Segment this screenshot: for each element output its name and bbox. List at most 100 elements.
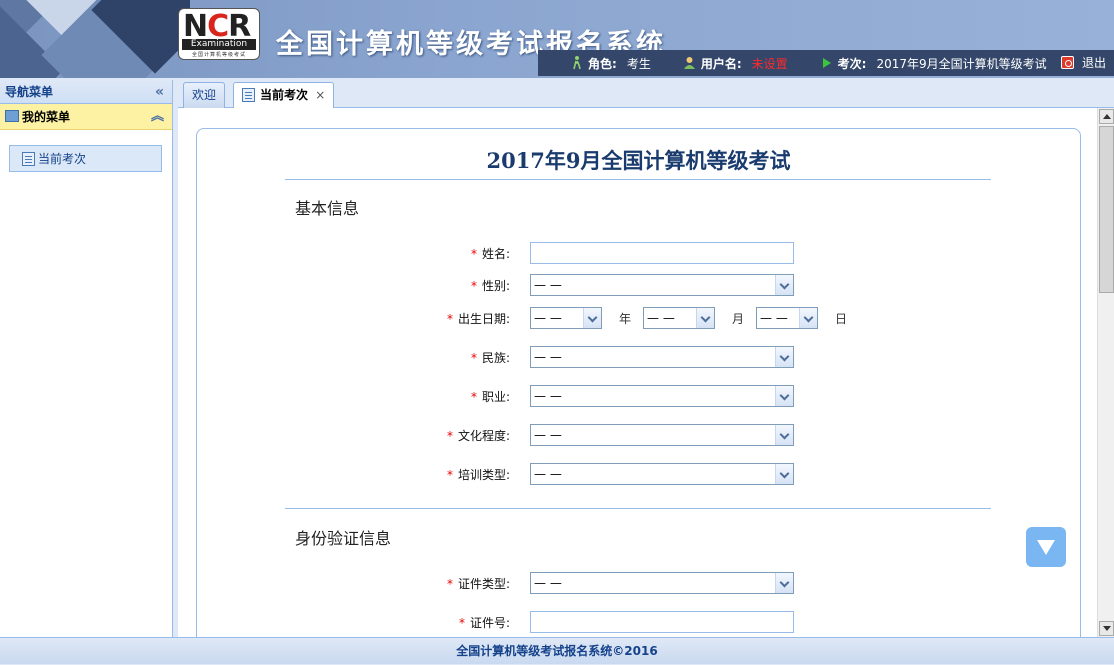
birth-month-select[interactable]: — — (643, 307, 715, 329)
chevron-down-icon (775, 425, 793, 445)
id-type-row: * 证件类型: — — (197, 572, 1080, 595)
collapse-icon[interactable]: « (155, 80, 164, 104)
birthdate-label: * 出生日期: (447, 310, 510, 327)
name-row: * 姓名: (197, 242, 1080, 265)
nav-title: 导航菜单 (5, 85, 54, 99)
ncr-logo: NCR Examination 全国计算机等级考试 (178, 8, 260, 60)
exam-info: 考次: 2017年9月全国计算机等级考试 (820, 55, 1047, 72)
tab-welcome[interactable]: 欢迎 (183, 82, 226, 108)
name-label-text: 姓名: (481, 247, 510, 261)
chevron-down-icon (775, 386, 793, 406)
document-icon (242, 88, 255, 102)
birthdate-row: * 出生日期: — — 年 — — 月 — — 日 (197, 307, 1080, 330)
scroll-up-arrow-icon[interactable] (1099, 109, 1114, 124)
exam-value: 2017年9月全国计算机等级考试 (876, 56, 1047, 71)
nav-panel: 导航菜单 « 我的菜单 ︽ 当前考次 (0, 80, 173, 637)
chevron-down-icon (775, 573, 793, 593)
occupation-select[interactable]: — — (530, 385, 794, 407)
ethnicity-row: * 民族: — — (197, 346, 1080, 369)
id-number-input[interactable] (530, 611, 794, 633)
birth-day-select[interactable]: — — (756, 307, 818, 329)
required-mark: * (446, 577, 453, 591)
education-row: * 文化程度: — — (197, 424, 1080, 447)
close-icon[interactable]: × (315, 88, 325, 102)
birth-month-value: — — (647, 311, 675, 325)
id-number-label: * 证件号: (459, 614, 510, 631)
logo-small-text: 全国计算机等级考试 (191, 52, 246, 58)
vertical-scrollbar[interactable] (1097, 108, 1114, 637)
education-label: * 文化程度: (447, 427, 510, 444)
user-info-bar: 角色: 考生 用户名: 未设置 考次: 2017年9月全国计算机等级考试 退出 (538, 50, 1114, 76)
username-info: 用户名: 未设置 (683, 55, 788, 72)
training-label: * 培训类型: (447, 466, 510, 483)
menu-group-header[interactable]: 我的菜单 ︽ (0, 104, 172, 130)
play-arrow-icon (822, 58, 831, 68)
required-mark: * (470, 390, 477, 404)
occupation-value: — — (534, 389, 562, 403)
main-content: 2017年9月全国计算机等级考试 基本信息 * 姓名: * 性别: — — * 出生日… (178, 108, 1097, 637)
birth-year-select[interactable]: — — (530, 307, 602, 329)
registration-form-card: 2017年9月全国计算机等级考试 基本信息 * 姓名: * 性别: — — * 出生日… (196, 128, 1081, 637)
required-mark: * (446, 429, 453, 443)
ethnicity-select[interactable]: — — (530, 346, 794, 368)
scroll-down-arrow-icon[interactable] (1099, 621, 1114, 636)
nav-header: 导航菜单 « (0, 80, 172, 104)
day-unit: 日 (835, 312, 848, 326)
logout-label: 退出 (1081, 56, 1106, 70)
section-divider (285, 508, 991, 509)
chevron-down-icon (583, 308, 601, 328)
required-mark: * (470, 351, 477, 365)
required-mark: * (458, 616, 465, 630)
gender-value: — — (534, 278, 562, 292)
name-label: * 姓名: (471, 245, 510, 262)
ethnicity-value: — — (534, 350, 562, 364)
scroll-down-button[interactable] (1026, 527, 1066, 567)
birth-day-value: — — (760, 311, 788, 325)
occupation-label-text: 职业: (481, 390, 510, 404)
title-divider (285, 179, 991, 180)
gender-select[interactable]: — — (530, 274, 794, 296)
training-select[interactable]: — — (530, 463, 794, 485)
tab-bar: 欢迎 当前考次 × (178, 80, 1114, 109)
username-value: 未设置 (751, 56, 788, 71)
scrollbar-thumb[interactable] (1099, 126, 1114, 293)
id-type-label-text: 证件类型: (457, 577, 510, 591)
id-number-label-text: 证件号: (469, 616, 510, 630)
role-label: 角色: (588, 56, 617, 71)
chevron-up-icon[interactable]: ︽ (151, 104, 164, 130)
id-type-select[interactable]: — — (530, 572, 794, 594)
occupation-label: * 职业: (471, 388, 510, 405)
form-title: 2017年9月全国计算机等级考试 (486, 148, 791, 173)
logout-button[interactable]: 退出 (1060, 54, 1106, 71)
role-value: 考生 (626, 56, 651, 71)
required-mark: * (446, 312, 453, 326)
tab-label: 欢迎 (192, 88, 217, 102)
birth-year-value: — — (534, 311, 562, 325)
monitor-icon (5, 110, 19, 122)
sidebar-item-label: 当前考次 (38, 152, 87, 166)
role-info: 角色: 考生 (570, 55, 651, 72)
year-unit: 年 (619, 312, 632, 326)
gender-label-text: 性别: (481, 279, 510, 293)
training-row: * 培训类型: — — (197, 463, 1080, 486)
chevron-down-icon (775, 347, 793, 367)
logo-subtext: Examination (182, 39, 256, 50)
education-select[interactable]: — — (530, 424, 794, 446)
training-label-text: 培训类型: (457, 468, 510, 482)
username-label: 用户名: (700, 56, 742, 71)
month-unit: 月 (732, 312, 745, 326)
training-value: — — (534, 467, 562, 481)
id-type-value: — — (534, 576, 562, 590)
header-banner: NCR Examination 全国计算机等级考试 全国计算机等级考试报名系统 … (0, 0, 1114, 78)
section-id-info: 身份验证信息 (295, 529, 392, 548)
tab-label: 当前考次 (260, 88, 309, 102)
occupation-row: * 职业: — — (197, 385, 1080, 408)
required-mark: * (470, 247, 477, 261)
tab-current-exam[interactable]: 当前考次 × (233, 82, 335, 109)
sidebar-item-current-exam[interactable]: 当前考次 (9, 145, 162, 172)
id-number-row: * 证件号: (197, 611, 1080, 634)
name-input[interactable] (530, 242, 794, 264)
required-mark: * (446, 468, 453, 482)
menu-group-title: 我的菜单 (22, 110, 71, 124)
gender-row: * 性别: — — (197, 274, 1080, 297)
